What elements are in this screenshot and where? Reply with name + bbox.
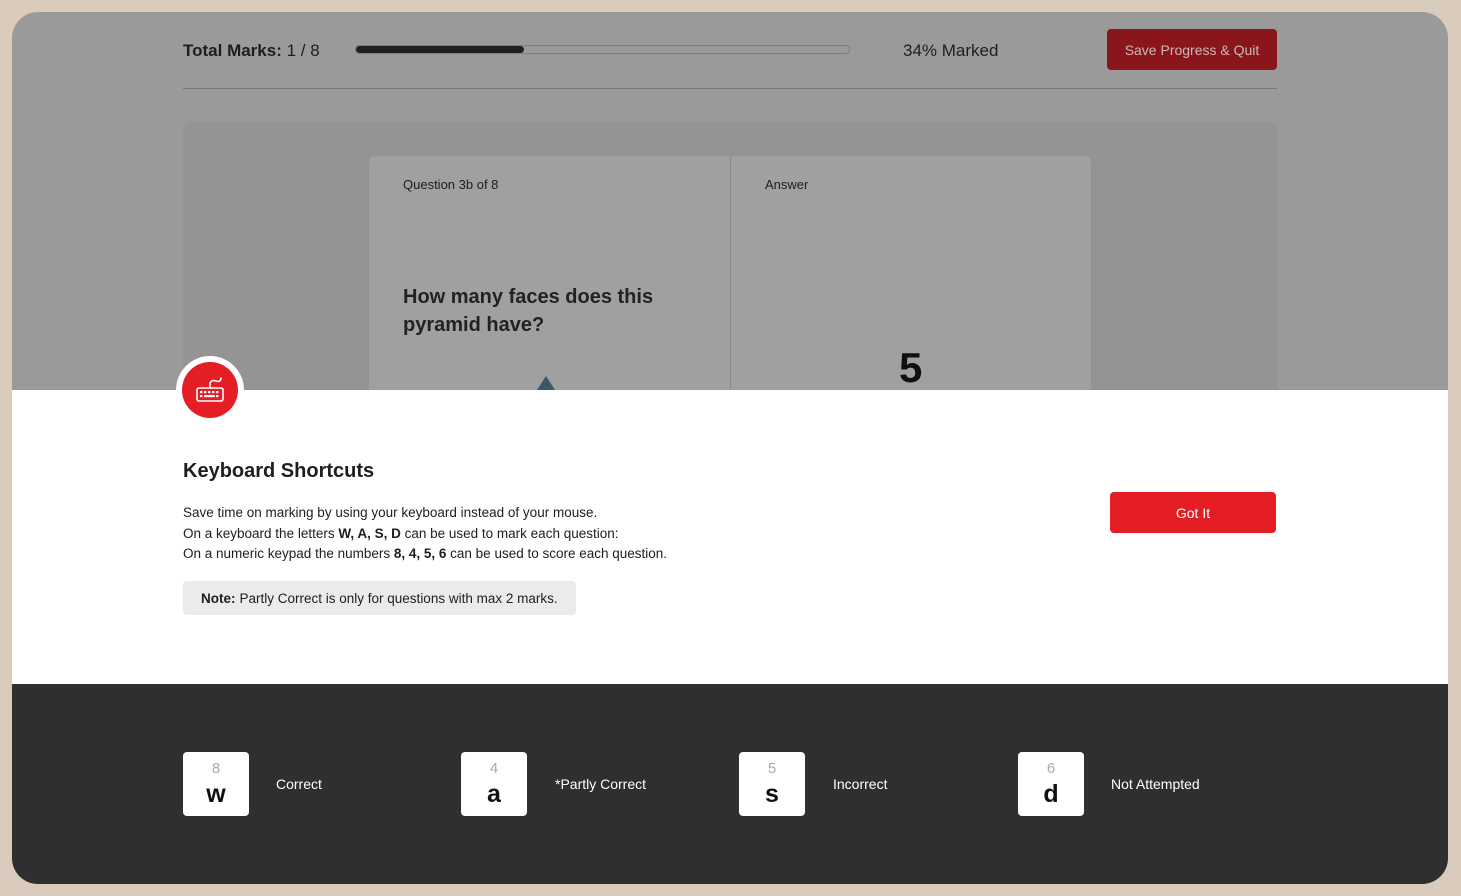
line3-numbers: 8, 4, 5, 6 bbox=[393, 546, 447, 561]
question-panel: Question 3b of 8 Answer How many faces d… bbox=[183, 122, 1277, 456]
key-number: 4 bbox=[489, 760, 499, 777]
question-heading: Question 3b of 8 bbox=[403, 177, 499, 192]
answer-value: 5 bbox=[899, 344, 923, 391]
key-letter: a bbox=[487, 780, 501, 808]
marking-progress-bar bbox=[355, 45, 850, 54]
key-number: 6 bbox=[1046, 760, 1056, 777]
modal-title: Keyboard Shortcuts bbox=[183, 460, 375, 482]
got-it-button[interactable]: Got It bbox=[1110, 492, 1276, 533]
line2-pre: On a keyboard the letters bbox=[183, 526, 339, 541]
note-box: Note: Partly Correct is only for questio… bbox=[183, 581, 576, 615]
pyramid-image bbox=[537, 376, 555, 390]
key-letter: s bbox=[765, 780, 779, 808]
key-number: 8 bbox=[211, 760, 221, 777]
question-text: How many faces does this pyramid have? bbox=[403, 286, 654, 336]
save-progress-quit-button[interactable]: Save Progress & Quit bbox=[1107, 29, 1277, 70]
keyboard-icon bbox=[182, 362, 238, 418]
keyboard-badge bbox=[176, 356, 244, 424]
key-w: 8 w bbox=[183, 752, 249, 816]
marked-percentage: 34% Marked bbox=[903, 41, 999, 60]
app-frame: Total Marks: 1 / 8 34% Marked Save Progr… bbox=[12, 12, 1448, 884]
line2-post: can be used to mark each question: bbox=[400, 526, 619, 541]
line3-pre: On a numeric keypad the numbers bbox=[183, 546, 394, 561]
line3-post: can be used to score each question. bbox=[446, 546, 668, 561]
shortcut-label-incorrect: Incorrect bbox=[833, 776, 888, 792]
total-marks-label: Total Marks: bbox=[183, 41, 282, 60]
total-marks: Total Marks: 1 / 8 bbox=[183, 41, 320, 61]
total-marks-value: 1 / 8 bbox=[286, 41, 320, 60]
key-d: 6 d bbox=[1018, 752, 1084, 816]
shortcut-label-not-attempted: Not Attempted bbox=[1111, 776, 1200, 792]
key-s: 5 s bbox=[739, 752, 805, 816]
keyboard-shortcuts-modal: Keyboard Shortcuts Save time on marking … bbox=[12, 390, 1448, 684]
progress-fill bbox=[356, 46, 524, 53]
key-letter: d bbox=[1043, 780, 1059, 808]
modal-line-3: On a numeric keypad the numbers 8, 4, 5,… bbox=[183, 546, 667, 561]
shortcut-label-correct: Correct bbox=[276, 776, 322, 792]
note-text: Partly Correct is only for questions wit… bbox=[239, 590, 558, 606]
modal-line-1: Save time on marking by using your keybo… bbox=[183, 505, 598, 520]
answer-heading: Answer bbox=[765, 177, 809, 192]
top-bar: Total Marks: 1 / 8 34% Marked Save Progr… bbox=[183, 12, 1277, 89]
line2-letters: W, A, S, D bbox=[338, 526, 401, 541]
note-label: Note: bbox=[201, 590, 236, 606]
key-a: 4 a bbox=[461, 752, 527, 816]
shortcut-legend: 8 w Correct 4 a *Partly Correct 5 s Inco… bbox=[12, 684, 1448, 884]
key-number: 5 bbox=[767, 760, 777, 777]
key-letter: w bbox=[206, 780, 226, 808]
modal-line-2: On a keyboard the letters W, A, S, D can… bbox=[183, 526, 619, 541]
shortcut-label-partly-correct: *Partly Correct bbox=[555, 776, 647, 792]
